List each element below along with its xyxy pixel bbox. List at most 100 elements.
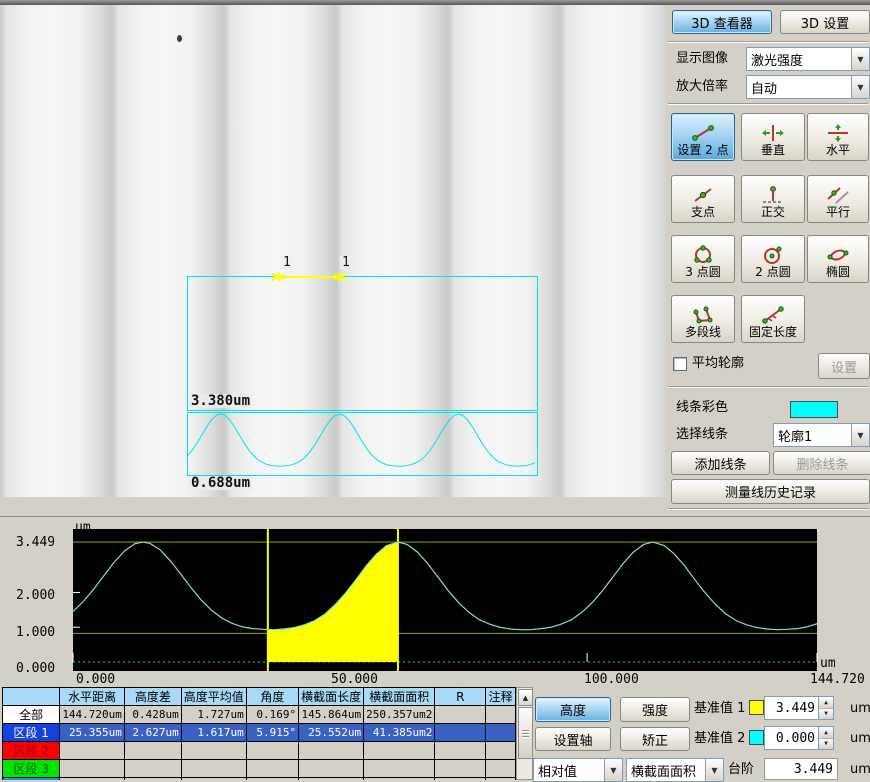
reference-2-input[interactable]: 0.000 ▲▼ [764,726,834,750]
3d-settings-button[interactable]: 3D 设置 [780,10,870,34]
tool-label: 固定长度 [749,326,797,339]
col-header-section-area: 横截面面积 [364,688,435,706]
3d-viewer-button[interactable]: 3D 查看器 [672,10,772,34]
correction-button[interactable]: 矫正 [620,727,690,751]
tool-2-point-circle[interactable]: 2 点圆 [741,235,805,283]
spinner[interactable]: ▲▼ [818,727,833,749]
cross-section-value: 横截面面积 [627,761,705,780]
reference-1-label: 基准值 1 [694,701,745,716]
y-axis-unit: um [75,521,91,534]
profile-chart [0,517,870,687]
select-line-select[interactable]: 轮廓1 ▼ [773,423,870,447]
col-header-section-length: 横截面长度 [299,688,364,706]
tool-label: 2 点圆 [755,266,790,279]
reference-1-input[interactable]: 3.449 ▲▼ [764,696,834,720]
measurement-app-window: { "app": { "background": "#d4d0c8", "sel… [0,0,870,780]
reference-2-color-swatch[interactable] [749,730,764,745]
tool-parallel[interactable]: 平行 [807,175,869,223]
col-header-note: 注释 [486,688,516,706]
table-row-all[interactable]: 全部 144.720um 0.428um 1.727um 0.169° 145.… [3,706,516,724]
display-image-label: 显示图像 [676,51,728,66]
strip-max-value: 3.380um [189,394,252,408]
measurement-table: 水平距离 高度差 高度平均值 角度 横截面长度 横截面面积 R 注释 全部 14… [2,687,516,780]
relative-value-select[interactable]: 相对值 ▼ [533,758,623,782]
table-row-segment-1[interactable]: 区段 1 25.355um 2.627um 1.617um 5.915° 25.… [3,724,516,742]
table-row-segment-2[interactable]: 区段 2 [3,742,516,760]
average-profile-set-button[interactable]: 设置 [818,353,870,379]
unit-label: um [850,762,870,777]
profile-strip-rect[interactable] [187,412,538,476]
spin-up-icon[interactable]: ▲ [819,727,833,739]
average-profile-label: 平均轮廓 [692,356,744,371]
reference-2-label: 基准值 2 [694,731,745,746]
measure-line[interactable] [268,270,350,284]
average-profile-checkbox[interactable] [673,357,687,371]
magnification-value: 自动 [747,78,851,97]
delete-line-button[interactable]: 删除线条 [773,451,870,475]
chevron-down-icon[interactable]: ▼ [851,76,869,98]
chevron-down-icon[interactable]: ▼ [604,759,622,781]
separator [668,386,868,388]
scroll-up-icon[interactable]: ▲ [518,689,533,706]
three-point-circle-icon [690,245,716,265]
tool-horizontal[interactable]: 水平 [807,113,869,161]
relative-value: 相对值 [534,761,604,780]
measurement-region-rect[interactable] [187,276,538,411]
horizontal-line-icon [825,123,851,143]
pivot-line-icon [690,185,716,205]
tool-fixed-length[interactable]: 固定长度 [741,295,805,343]
tool-3-point-circle[interactable]: 3 点圆 [671,235,735,283]
x-tick-100: 100.000 [584,673,639,686]
col-header-height-mean: 高度平均值 [181,688,246,706]
x-tick-50: 50.000 [331,673,378,686]
display-image-select[interactable]: 激光强度 ▼ [746,47,870,71]
tool-fulcrum[interactable]: 支点 [671,175,735,223]
separator [668,41,868,43]
line-color-swatch[interactable] [790,401,838,418]
tool-label: 3 点圆 [685,266,720,279]
unit-label: um [850,701,870,716]
spin-down-icon[interactable]: ▼ [819,739,833,750]
magnification-select[interactable]: 自动 ▼ [746,75,870,99]
reference-1-color-swatch[interactable] [749,700,764,715]
step-label: 台阶 [728,762,754,777]
cross-section-select[interactable]: 横截面面积 ▼ [626,758,724,782]
tool-orthogonal[interactable]: 正交 [741,175,805,223]
col-header-height-diff: 高度差 [124,688,181,706]
polyline-icon [690,305,716,325]
y-tick-1000: 1.000 [16,626,55,639]
chevron-down-icon[interactable]: ▼ [851,424,869,446]
measure-line-history-button[interactable]: 测量线历史记录 [671,479,870,504]
table-scrollbar[interactable]: ▲ [516,687,533,780]
spin-up-icon[interactable]: ▲ [819,697,833,709]
ellipse-icon [825,245,851,265]
spinner[interactable]: ▲▼ [818,697,833,719]
x-axis-unit: um [820,657,836,670]
add-line-button[interactable]: 添加线条 [671,451,770,475]
step-value-field: 3.449 [764,758,838,780]
measure-point-1-label: 1 [281,256,293,269]
tool-ellipse[interactable]: 椭圆 [807,235,869,283]
tool-vertical[interactable]: 垂直 [741,113,805,161]
chevron-down-icon[interactable]: ▼ [851,48,869,70]
separator [668,508,868,510]
tool-label: 设置 2 点 [677,144,728,157]
chevron-down-icon[interactable]: ▼ [705,759,723,781]
table-row-segment-3[interactable]: 区段 3 [3,760,516,778]
spin-down-icon[interactable]: ▼ [819,709,833,720]
intensity-mode-button[interactable]: 强度 [620,697,690,722]
table-header-row: 水平距离 高度差 高度平均值 角度 横截面长度 横截面面积 R 注释 [3,688,516,706]
col-header-blank [3,688,60,706]
scrollbar-thumb[interactable] [518,707,533,759]
tool-polyline[interactable]: 多段线 [671,295,735,343]
set-axis-button[interactable]: 设置轴 [535,727,611,751]
tool-label: 多段线 [685,326,721,339]
laser-image-view[interactable]: 1 1 3.380um 0.688um [0,5,666,497]
fixed-length-icon [760,305,786,325]
profile-chart-section: um 3.449 2.000 1.000 0.000 0.000 50.000 … [0,516,870,687]
height-mode-button[interactable]: 高度 [535,697,611,722]
tool-set-2-points[interactable]: 设置 2 点 [671,113,735,161]
col-header-angle: 角度 [246,688,298,706]
tool-label: 椭圆 [826,266,850,279]
col-header-r: R [435,688,486,706]
